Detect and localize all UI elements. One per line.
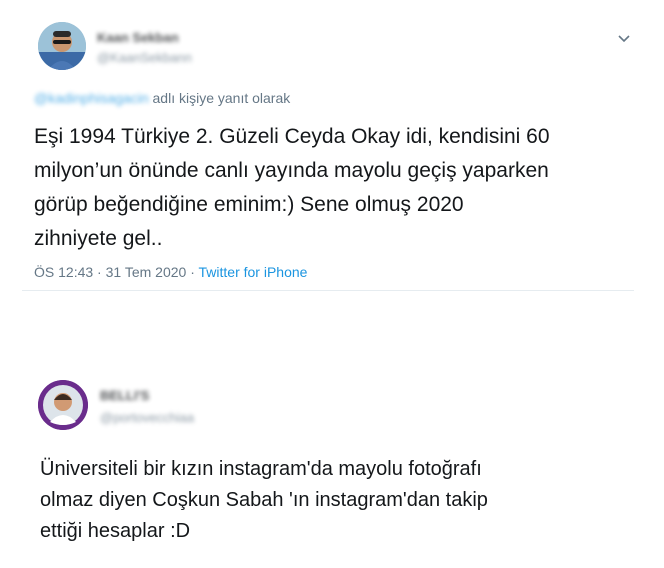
- tweet-text-line: ettiği hesaplar :D: [40, 520, 191, 542]
- reply-mention-link[interactable]: @kadinphisagacin: [34, 90, 149, 106]
- tweet-text: Üniversiteli bir kızın instagram'da mayo…: [40, 454, 488, 547]
- tweet-text-line: milyon’un önünde canlı yayında mayolu ge…: [34, 159, 549, 182]
- reply-context: @kadinphisagacin adlı kişiye yanıt olara…: [34, 90, 290, 106]
- tweet-card: BELLI'S @portovecchiaa Üniversiteli bir …: [0, 360, 664, 568]
- tweet-time[interactable]: ÖS 12:43: [34, 264, 93, 280]
- avatar-photo: [38, 380, 88, 430]
- chevron-down-icon[interactable]: [616, 30, 632, 46]
- reply-suffix: adlı kişiye yanıt olarak: [152, 90, 291, 106]
- tweet-card: Kaan Sekban @KaanSekbann @kadinphisagaci…: [0, 0, 664, 300]
- tweet-text-line: Üniversiteli bir kızın instagram'da mayo…: [40, 458, 482, 480]
- tweet-text-line: Eşi 1994 Türkiye 2. Güzeli Ceyda Okay id…: [34, 125, 550, 148]
- tweet-text: Eşi 1994 Türkiye 2. Güzeli Ceyda Okay id…: [34, 120, 550, 256]
- avatar[interactable]: [38, 22, 86, 70]
- avatar[interactable]: [38, 380, 88, 430]
- tweet-text-line: olmaz diyen Coşkun Sabah 'ın instagram'd…: [40, 489, 488, 511]
- tweet-meta: ÖS 12:43 · 31 Tem 2020 · Twitter for iPh…: [34, 264, 307, 280]
- avatar-photo: [38, 22, 86, 70]
- tweet-text-line: görüp beğendiğine eminim:) Sene olmuş 20…: [34, 193, 464, 216]
- tweet-source-link[interactable]: Twitter for iPhone: [199, 264, 308, 280]
- meta-separator: ·: [97, 264, 102, 280]
- author-handle[interactable]: @portovecchiaa: [100, 410, 194, 425]
- tweet-text-line: zihniyete gel..: [34, 227, 163, 250]
- tweet-date[interactable]: 31 Tem 2020: [106, 264, 187, 280]
- author-handle[interactable]: @KaanSekbann: [97, 50, 192, 65]
- divider: [22, 290, 634, 291]
- author-name[interactable]: BELLI'S: [100, 388, 149, 403]
- author-name[interactable]: Kaan Sekban: [97, 30, 179, 45]
- meta-separator: ·: [190, 264, 195, 280]
